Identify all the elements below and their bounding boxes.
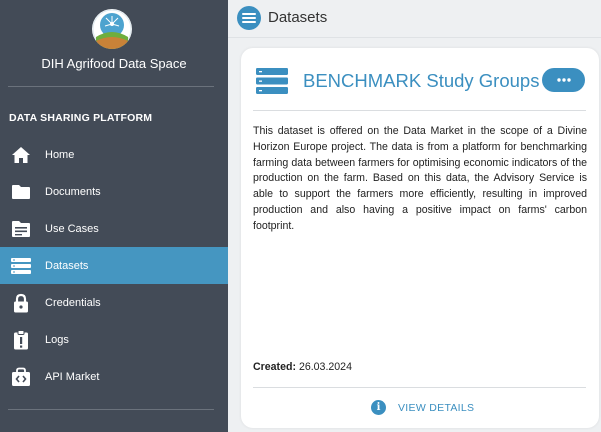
card-divider: [253, 110, 586, 111]
alert-clipboard-icon: [10, 329, 32, 351]
sidebar-item-credentials[interactable]: Credentials: [0, 284, 228, 321]
folder-icon: [10, 181, 32, 203]
sidebar-item-label: Credentials: [45, 296, 101, 309]
info-icon: i: [371, 400, 386, 415]
sidebar-item-label: Documents: [45, 185, 101, 198]
sidebar-item-logs[interactable]: Logs: [0, 321, 228, 358]
sidebar-item-label: Datasets: [45, 259, 89, 272]
dataset-title: BENCHMARK Study Groups: [303, 70, 540, 91]
sidebar-item-use-cases[interactable]: Use Cases: [0, 210, 228, 247]
section-title: DATA SHARING PLATFORM: [9, 112, 153, 124]
sidebar-divider: [8, 86, 214, 87]
view-details-label: VIEW DETAILS: [398, 401, 475, 414]
page-title: Datasets: [268, 9, 328, 26]
more-options-button[interactable]: [542, 68, 585, 92]
org-name: DIH Agrifood Data Space: [41, 56, 187, 71]
created-value: 26.03.2024: [298, 361, 352, 373]
sidebar-item-label: Home: [45, 148, 75, 161]
sidebar-item-home[interactable]: Home: [0, 136, 228, 173]
more-horizontal-icon: [556, 78, 571, 82]
dataset-card: BENCHMARK Study Groups This dataset is o…: [241, 48, 599, 428]
file-text-icon: [10, 218, 32, 240]
created-date: Created: 26.03.2024: [253, 361, 352, 373]
org-logo[interactable]: [92, 9, 132, 49]
database-list-icon: [10, 255, 32, 277]
menu-toggle-button[interactable]: [237, 6, 261, 30]
dataset-icon: [256, 68, 288, 94]
created-label: Created:: [253, 361, 296, 373]
hamburger-icon: [242, 13, 256, 23]
dataset-description: This dataset is offered on the Data Mark…: [253, 125, 587, 232]
sidebar-item-datasets[interactable]: Datasets: [0, 247, 228, 284]
sidebar-item-label: API Market: [45, 370, 100, 383]
header-divider: [228, 37, 601, 38]
card-divider: [253, 387, 586, 388]
sidebar: DIH Agrifood Data Space DATA SHARING PLA…: [0, 0, 228, 432]
view-details-button[interactable]: i VIEW DETAILS: [371, 400, 474, 415]
home-icon: [10, 144, 32, 166]
lock-icon: [10, 292, 32, 314]
sidebar-item-api-market[interactable]: API Market: [0, 358, 228, 395]
sidebar-divider: [8, 409, 214, 410]
sidebar-item-documents[interactable]: Documents: [0, 173, 228, 210]
sidebar-item-label: Logs: [45, 333, 69, 346]
sidebar-item-label: Use Cases: [45, 222, 99, 235]
code-bag-icon: [10, 366, 32, 388]
